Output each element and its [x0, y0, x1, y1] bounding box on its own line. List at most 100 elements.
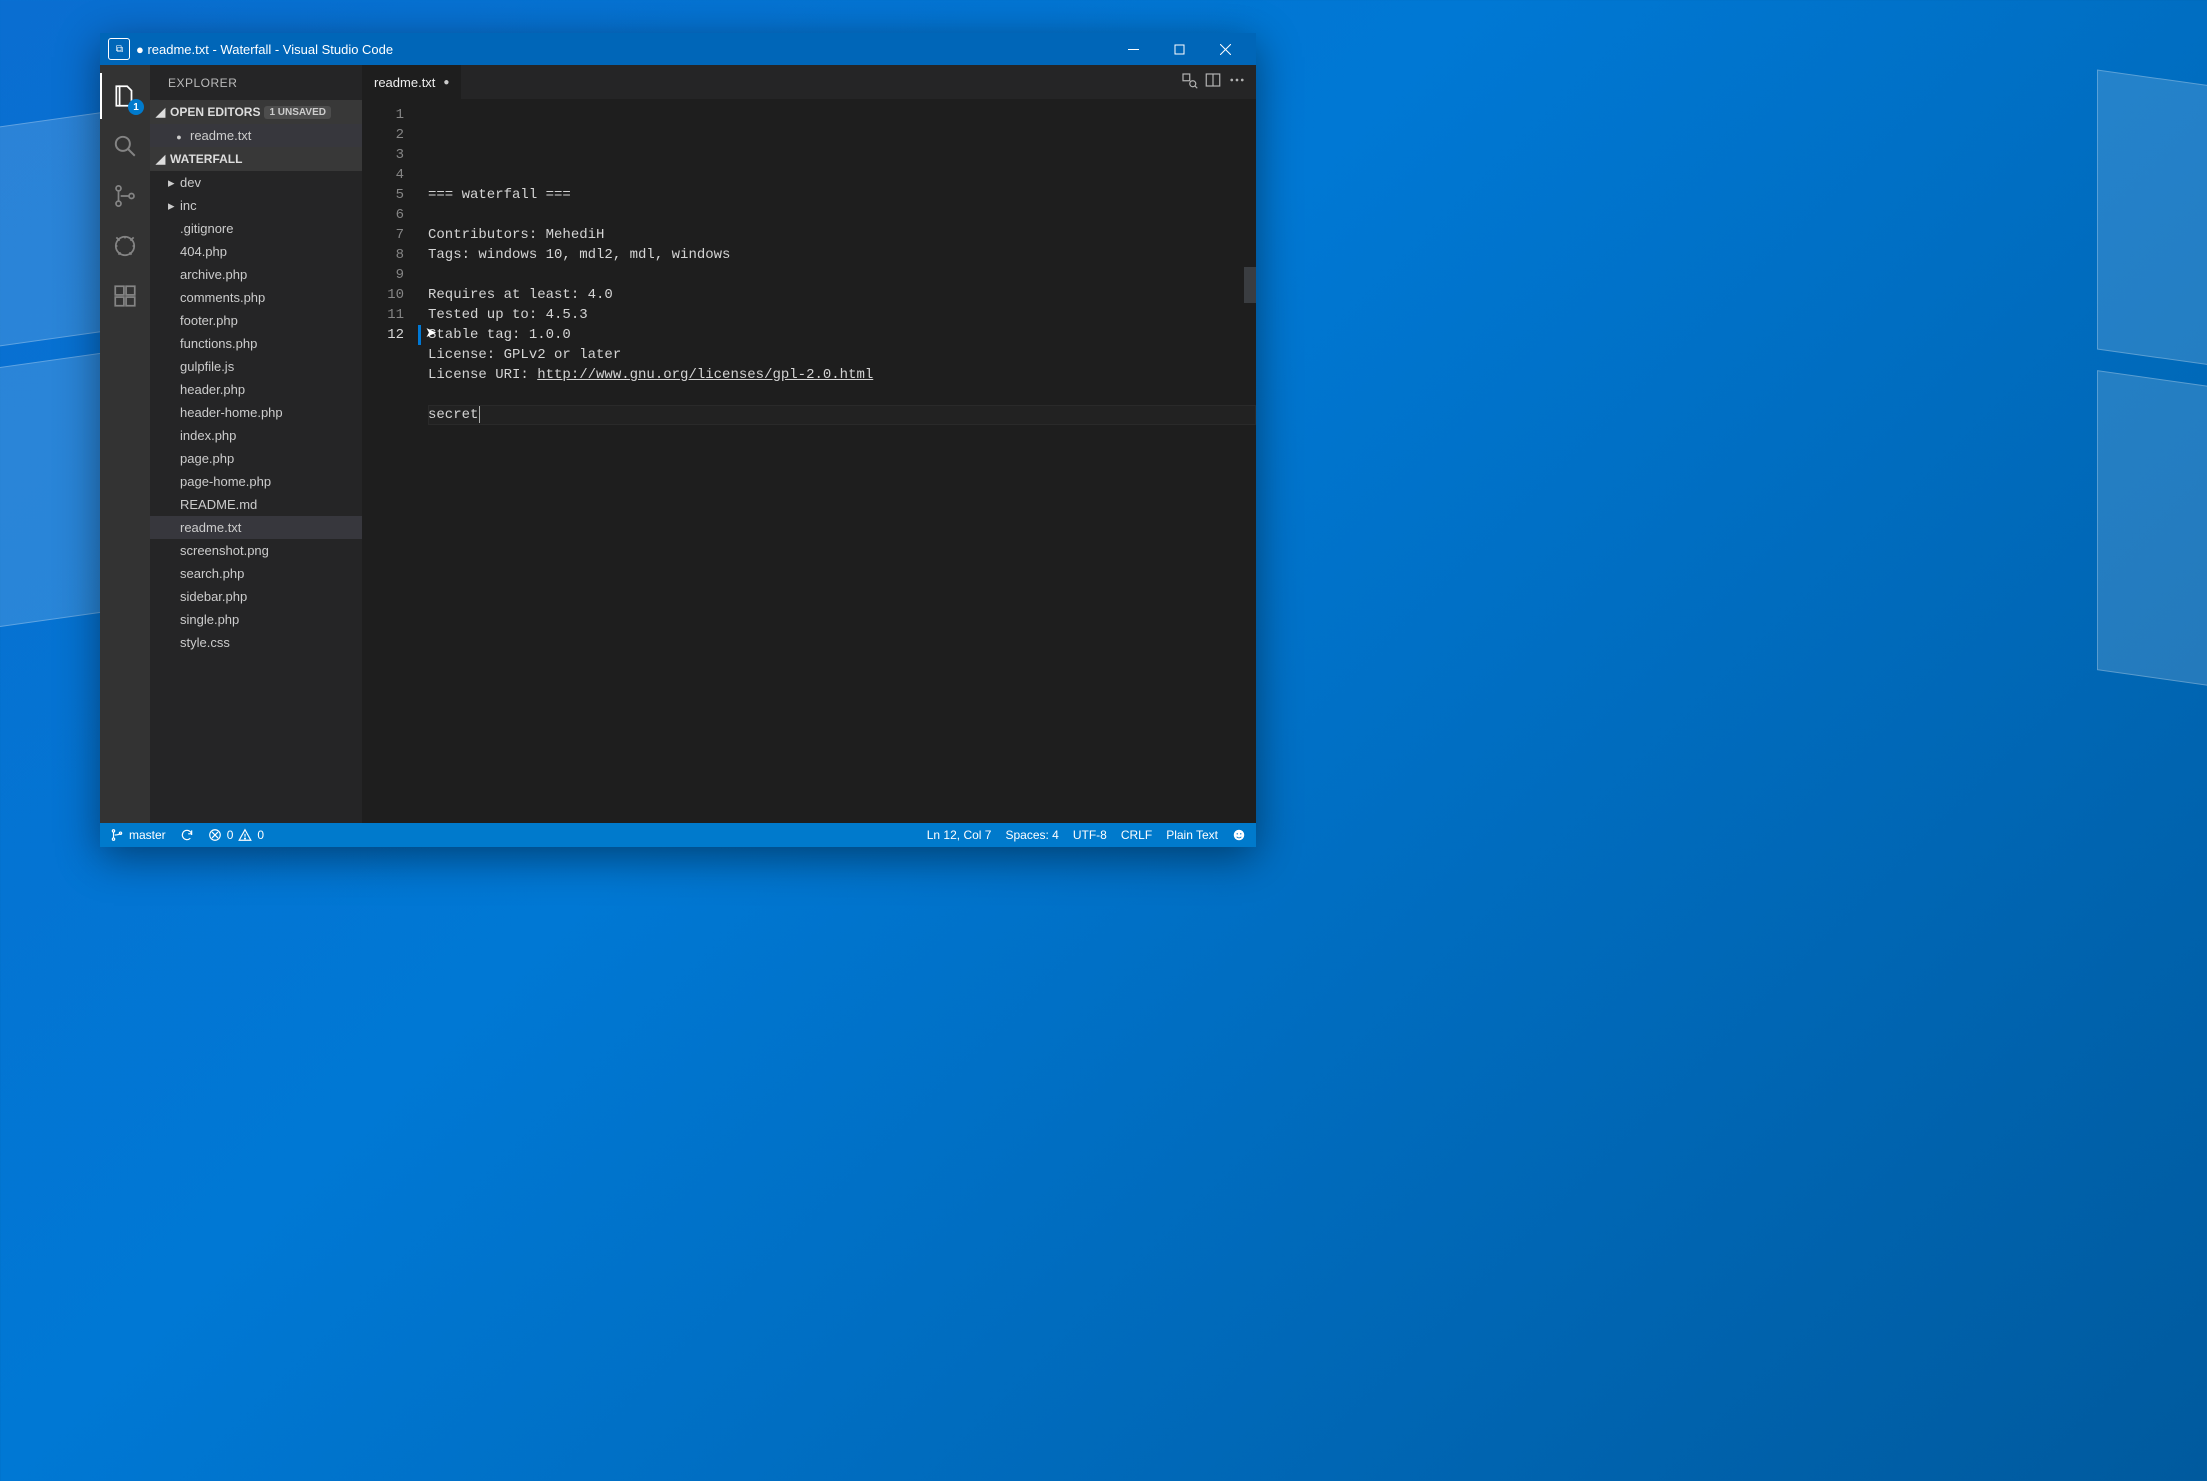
- problems-status[interactable]: 0 0: [208, 828, 264, 842]
- line-number: 9: [362, 265, 404, 285]
- file-item[interactable]: page.php: [150, 447, 362, 470]
- cursor-position-status[interactable]: Ln 12, Col 7: [927, 828, 992, 842]
- line-number: 6: [362, 205, 404, 225]
- explorer-tab[interactable]: 1: [100, 71, 150, 121]
- file-item[interactable]: screenshot.png: [150, 539, 362, 562]
- editor-code[interactable]: ➤ === waterfall ===Contributors: MehediH…: [418, 99, 1256, 823]
- open-editor-item[interactable]: readme.txt: [150, 124, 362, 147]
- maximize-button[interactable]: [1156, 33, 1202, 65]
- minimize-button[interactable]: [1110, 33, 1156, 65]
- tree-item-label: .gitignore: [180, 221, 233, 236]
- wallpaper-pane: [2097, 370, 2207, 690]
- close-button[interactable]: [1202, 33, 1248, 65]
- modified-dot-icon: ●: [443, 77, 449, 88]
- tree-item-label: search.php: [180, 566, 244, 581]
- file-tree: ▸dev▸inc.gitignore404.phparchive.phpcomm…: [150, 171, 362, 823]
- sync-status[interactable]: [180, 828, 194, 842]
- open-editor-label: readme.txt: [190, 128, 251, 143]
- line-number: 5: [362, 185, 404, 205]
- file-item[interactable]: .gitignore: [150, 217, 362, 240]
- tree-item-label: header.php: [180, 382, 245, 397]
- line-number-gutter: 123456789101112: [362, 99, 418, 823]
- code-line[interactable]: License URI: http://www.gnu.org/licenses…: [428, 365, 1256, 385]
- feedback-icon[interactable]: [1232, 828, 1246, 842]
- file-item[interactable]: single.php: [150, 608, 362, 631]
- file-item[interactable]: search.php: [150, 562, 362, 585]
- tree-item-label: readme.txt: [180, 520, 241, 535]
- file-item[interactable]: footer.php: [150, 309, 362, 332]
- tree-item-label: gulpfile.js: [180, 359, 234, 374]
- chevron-down-icon: ◢: [156, 105, 166, 119]
- tree-item-label: comments.php: [180, 290, 265, 305]
- file-item[interactable]: readme.txt: [150, 516, 362, 539]
- file-item[interactable]: header.php: [150, 378, 362, 401]
- code-line[interactable]: Contributors: MehediH: [428, 225, 1256, 245]
- file-item[interactable]: functions.php: [150, 332, 362, 355]
- code-line[interactable]: Tested up to: 4.5.3: [428, 305, 1256, 325]
- folder-item[interactable]: ▸dev: [150, 171, 362, 194]
- tree-item-label: page-home.php: [180, 474, 271, 489]
- vscode-window: ⧉ ● readme.txt - Waterfall - Visual Stud…: [100, 33, 1256, 847]
- editor[interactable]: 123456789101112 ➤ === waterfall ===Contr…: [362, 99, 1256, 823]
- indentation-status[interactable]: Spaces: 4: [1005, 828, 1058, 842]
- tab-label: readme.txt: [374, 75, 435, 90]
- app-icon: ⧉: [108, 38, 130, 60]
- file-item[interactable]: 404.php: [150, 240, 362, 263]
- tree-item-label: README.md: [180, 497, 257, 512]
- file-item[interactable]: style.css: [150, 631, 362, 654]
- extensions-tab[interactable]: [100, 271, 150, 321]
- wallpaper-pane: [2097, 69, 2207, 370]
- tree-item-label: page.php: [180, 451, 234, 466]
- language-mode-status[interactable]: Plain Text: [1166, 828, 1218, 842]
- tree-item-label: single.php: [180, 612, 239, 627]
- eol-status[interactable]: CRLF: [1121, 828, 1152, 842]
- git-branch-status[interactable]: master: [110, 828, 166, 842]
- more-actions-icon[interactable]: [1228, 71, 1246, 94]
- code-line[interactable]: [428, 385, 1256, 405]
- project-label: WATERFALL: [170, 152, 242, 166]
- debug-tab[interactable]: [100, 221, 150, 271]
- encoding-status[interactable]: UTF-8: [1073, 828, 1107, 842]
- file-item[interactable]: gulpfile.js: [150, 355, 362, 378]
- line-number: 3: [362, 145, 404, 165]
- code-line[interactable]: secret: [428, 405, 1256, 425]
- file-item[interactable]: header-home.php: [150, 401, 362, 424]
- line-number: 11: [362, 305, 404, 325]
- code-line[interactable]: [428, 205, 1256, 225]
- source-control-tab[interactable]: [100, 171, 150, 221]
- editor-area: readme.txt ● 1234567891011: [362, 65, 1256, 823]
- file-item[interactable]: page-home.php: [150, 470, 362, 493]
- license-link[interactable]: http://www.gnu.org/licenses/gpl-2.0.html: [537, 367, 873, 383]
- title-bar[interactable]: ⧉ ● readme.txt - Waterfall - Visual Stud…: [100, 33, 1256, 65]
- code-line[interactable]: Requires at least: 4.0: [428, 285, 1256, 305]
- code-line[interactable]: [428, 265, 1256, 285]
- file-item[interactable]: comments.php: [150, 286, 362, 309]
- code-line[interactable]: Tags: windows 10, mdl2, mdl, windows: [428, 245, 1256, 265]
- explorer-sidebar: EXPLORER ◢ OPEN EDITORS 1 UNSAVED readme…: [150, 65, 362, 823]
- file-item[interactable]: sidebar.php: [150, 585, 362, 608]
- project-header[interactable]: ◢ WATERFALL: [150, 147, 362, 171]
- tree-item-label: sidebar.php: [180, 589, 247, 604]
- split-editor-icon[interactable]: [1204, 71, 1222, 94]
- code-line[interactable]: License: GPLv2 or later: [428, 345, 1256, 365]
- code-line[interactable]: === waterfall ===: [428, 185, 1256, 205]
- folder-item[interactable]: ▸inc: [150, 194, 362, 217]
- tree-item-label: dev: [180, 175, 201, 190]
- line-number: 4: [362, 165, 404, 185]
- search-tab[interactable]: [100, 121, 150, 171]
- chevron-right-icon: ▸: [168, 175, 180, 191]
- activity-bar: 1: [100, 65, 150, 823]
- file-item[interactable]: index.php: [150, 424, 362, 447]
- file-item[interactable]: archive.php: [150, 263, 362, 286]
- find-references-icon[interactable]: [1180, 71, 1198, 94]
- scroll-thumb[interactable]: [1244, 267, 1256, 303]
- tree-item-label: style.css: [180, 635, 230, 650]
- unsaved-pill: 1 UNSAVED: [264, 106, 331, 119]
- tree-item-label: 404.php: [180, 244, 227, 259]
- code-line[interactable]: Stable tag: 1.0.0: [428, 325, 1256, 345]
- active-line-indicator: [418, 325, 421, 345]
- text-caret: [479, 406, 480, 423]
- open-editors-header[interactable]: ◢ OPEN EDITORS 1 UNSAVED: [150, 100, 362, 124]
- tab-readme[interactable]: readme.txt ●: [362, 65, 462, 99]
- file-item[interactable]: README.md: [150, 493, 362, 516]
